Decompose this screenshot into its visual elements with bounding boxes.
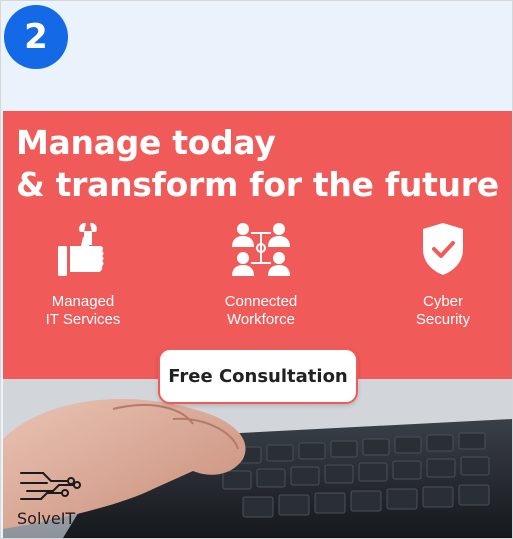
brand-name: SolveIT <box>17 509 76 528</box>
brand-logo: SolveIT <box>17 469 97 528</box>
promo-banner[interactable]: Manage today & transform for the future … <box>3 111 512 538</box>
feature-managed-it-line2: IT Services <box>45 311 121 328</box>
shield-check-icon <box>423 223 463 275</box>
feature-connected-workforce: Connected Workforce <box>181 219 341 329</box>
connected-people-icon <box>232 223 290 276</box>
free-consultation-button[interactable]: Free Consultation <box>158 348 358 404</box>
feature-cyber-security-line2: Security <box>415 311 471 328</box>
feature-connected-workforce-line2: Workforce <box>226 311 296 328</box>
feature-managed-it-line1: Managed <box>51 293 115 310</box>
headline-line-1: Manage today <box>16 123 276 162</box>
banner-red-panel: Manage today & transform for the future … <box>3 111 512 379</box>
headline-line-2: & transform for the future <box>16 165 499 204</box>
step-number-badge: 2 <box>4 5 68 69</box>
feature-cyber-security: Cyber Security <box>363 219 512 329</box>
feature-cyber-security-line1: Cyber <box>422 293 463 310</box>
thumbs-up-wrench-icon <box>58 223 104 276</box>
free-consultation-label: Free Consultation <box>168 365 348 387</box>
feature-managed-it: Managed IT Services <box>3 219 163 329</box>
step-number: 2 <box>24 17 48 57</box>
feature-connected-workforce-line1: Connected <box>224 293 298 310</box>
circuit-logo-icon <box>20 472 81 500</box>
page-frame: 2 Manage today & transform for the futur… <box>0 0 513 539</box>
banner-headline: Manage today & transform for the future <box>16 122 499 206</box>
